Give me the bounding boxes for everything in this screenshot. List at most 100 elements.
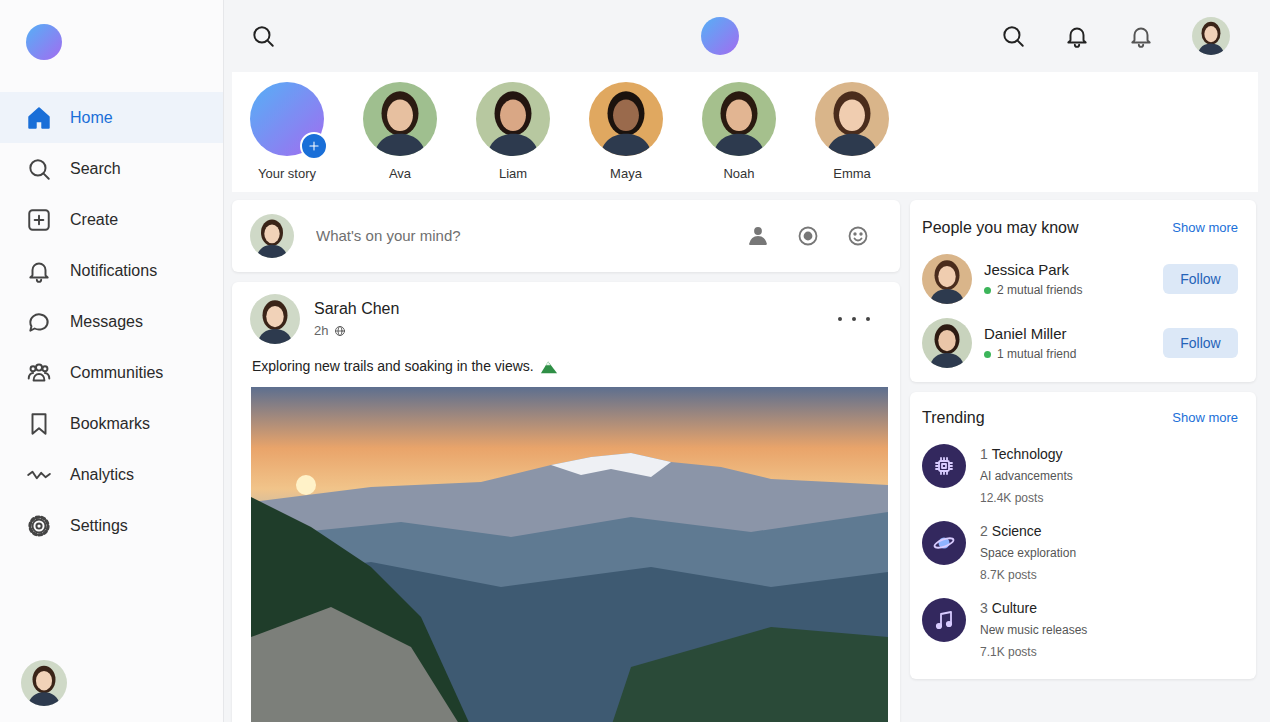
profile-avatar[interactable] bbox=[21, 660, 67, 706]
search-icon[interactable] bbox=[1000, 23, 1026, 49]
trend-row[interactable]: 1TechnologyAI advancements12.4K posts bbox=[922, 444, 1238, 507]
story-label[interactable]: Maya bbox=[610, 164, 642, 184]
tag-person-icon[interactable] bbox=[746, 224, 770, 248]
story[interactable]: Noah bbox=[702, 82, 776, 192]
sidebar-item[interactable]: Communities bbox=[0, 347, 223, 398]
follow-button[interactable]: Follow bbox=[1163, 328, 1238, 358]
sidebar-label[interactable]: Search bbox=[70, 157, 121, 181]
people-icon bbox=[26, 360, 52, 386]
analytics-icon bbox=[26, 462, 52, 488]
post-input[interactable] bbox=[314, 224, 726, 249]
story-circle[interactable] bbox=[363, 82, 437, 156]
person-name[interactable]: Jessica Park bbox=[984, 259, 1151, 282]
bell-icon[interactable] bbox=[1064, 23, 1090, 49]
author-name[interactable]: Sarah Chen bbox=[314, 297, 820, 321]
record-icon[interactable] bbox=[796, 224, 820, 248]
story-circle[interactable] bbox=[589, 82, 663, 156]
story-circle[interactable] bbox=[815, 82, 889, 156]
story-circle[interactable] bbox=[702, 82, 776, 156]
trend-count: 7.1K posts bbox=[980, 643, 1087, 661]
trend-topic: 3Culture bbox=[980, 598, 1087, 619]
trend-name[interactable]: Technology bbox=[992, 446, 1063, 462]
sidebar-item[interactable]: Notifications bbox=[0, 245, 223, 296]
story[interactable]: Your story bbox=[250, 82, 324, 192]
story[interactable]: Liam bbox=[476, 82, 550, 192]
globe-icon bbox=[334, 325, 346, 337]
trend-topic: 1Technology bbox=[980, 444, 1073, 465]
logo-icon[interactable] bbox=[701, 17, 739, 55]
bell-icon[interactable] bbox=[1128, 23, 1154, 49]
trending-card: TrendingShow more1TechnologyAI advanceme… bbox=[910, 392, 1256, 679]
sidebar-label[interactable]: Analytics bbox=[70, 463, 134, 487]
feed: Sarah Chen2h Exploring new trails and soa… bbox=[232, 200, 900, 722]
profile-photo[interactable] bbox=[21, 660, 67, 706]
mutual-friends: 1 mutual friend bbox=[984, 345, 1151, 363]
sidebar-item[interactable]: Home bbox=[0, 92, 223, 143]
trend-row[interactable]: 2ScienceSpace exploration8.7K posts bbox=[922, 521, 1238, 584]
mountain-icon bbox=[540, 359, 558, 375]
story-label[interactable]: Ava bbox=[389, 164, 411, 184]
person-avatar[interactable] bbox=[922, 254, 972, 304]
follow-button[interactable]: Follow bbox=[1163, 264, 1238, 294]
story[interactable]: Maya bbox=[589, 82, 663, 192]
story-avatar[interactable] bbox=[363, 82, 437, 156]
logo-icon[interactable] bbox=[26, 24, 62, 60]
sidebar-item[interactable]: Bookmarks bbox=[0, 398, 223, 449]
sidebar-label[interactable]: Home bbox=[70, 106, 113, 130]
composer-actions bbox=[746, 224, 870, 248]
sidebar-label[interactable]: Messages bbox=[70, 310, 143, 334]
trend-name[interactable]: Culture bbox=[992, 600, 1037, 616]
sidebar-label[interactable]: Bookmarks bbox=[70, 412, 150, 436]
person-name[interactable]: Daniel Miller bbox=[984, 323, 1151, 346]
trend-row[interactable]: 3Culture New music releases 7.1K posts bbox=[922, 598, 1238, 661]
search-icon[interactable] bbox=[250, 23, 276, 49]
sidebar-item[interactable]: Analytics bbox=[0, 449, 223, 500]
emoji-icon[interactable] bbox=[846, 224, 870, 248]
story-avatar[interactable] bbox=[702, 82, 776, 156]
story-label[interactable]: Liam bbox=[499, 164, 527, 184]
sidebar-item[interactable]: Create bbox=[0, 194, 223, 245]
sidebar-nav: Home Search Create Notifications Messages Com… bbox=[0, 92, 223, 551]
author-avatar[interactable] bbox=[250, 294, 300, 344]
story-circle[interactable] bbox=[250, 82, 324, 156]
chip-icon bbox=[922, 444, 966, 488]
card-title: People you may know bbox=[922, 216, 1079, 240]
trend-rank: 3 bbox=[980, 600, 988, 616]
sidebar-label[interactable]: Communities bbox=[70, 361, 163, 385]
story-avatar[interactable] bbox=[815, 82, 889, 156]
story-label[interactable]: Noah bbox=[723, 164, 754, 184]
sidebar-item[interactable]: Messages bbox=[0, 296, 223, 347]
story-label[interactable]: Emma bbox=[833, 164, 871, 184]
story[interactable]: Ava bbox=[363, 82, 437, 192]
post-meta: 2h bbox=[314, 321, 820, 341]
trend-name[interactable]: Science bbox=[992, 523, 1042, 539]
profile-avatar[interactable] bbox=[1192, 17, 1230, 55]
post-text: Exploring new trails and soaking in the … bbox=[252, 356, 534, 377]
story-label[interactable]: Your story bbox=[258, 164, 316, 184]
sidebar-label[interactable]: Notifications bbox=[70, 259, 157, 283]
chat-bubble-icon bbox=[26, 309, 52, 335]
more-icon[interactable] bbox=[834, 309, 874, 329]
trend-rank: 1 bbox=[980, 446, 988, 462]
post-header: Sarah Chen2h bbox=[250, 294, 888, 344]
story-avatar[interactable] bbox=[476, 82, 550, 156]
person-avatar[interactable] bbox=[922, 318, 972, 368]
post-photo[interactable] bbox=[251, 387, 888, 722]
sidebar-label[interactable]: Settings bbox=[70, 514, 128, 538]
top-bar bbox=[232, 0, 1258, 72]
trend-subtitle: New music releases bbox=[980, 621, 1087, 639]
music-note-icon bbox=[922, 598, 966, 642]
post-text-row: Exploring new trails and soaking in the … bbox=[252, 356, 888, 377]
sidebar-item[interactable]: Settings bbox=[0, 500, 223, 551]
story-circle[interactable] bbox=[476, 82, 550, 156]
right-column: People you may know Show more Jessica Park… bbox=[910, 200, 1256, 722]
story[interactable]: Emma bbox=[815, 82, 889, 192]
trend-subtitle: AI advancements bbox=[980, 467, 1073, 485]
story-avatar[interactable] bbox=[589, 82, 663, 156]
trend-rank: 2 bbox=[980, 523, 988, 539]
plus-icon[interactable] bbox=[300, 132, 328, 160]
show-more-link[interactable]: Show more bbox=[1172, 218, 1238, 238]
show-more-link[interactable]: Show more bbox=[1172, 408, 1238, 428]
sidebar-item[interactable]: Search bbox=[0, 143, 223, 194]
sidebar-label[interactable]: Create bbox=[70, 208, 118, 232]
